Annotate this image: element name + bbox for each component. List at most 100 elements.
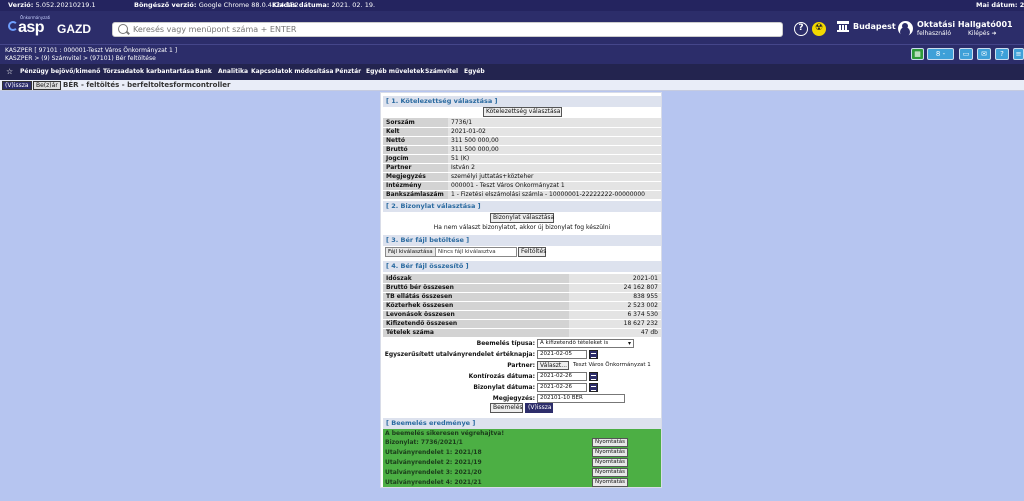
upload-button[interactable]: Feltöltés: [518, 247, 546, 257]
table-row: Közterhek összesen 2 523 002: [383, 301, 661, 311]
row-key: Közterhek összesen: [383, 301, 569, 311]
row-value: 24 162 807: [569, 283, 661, 293]
print-button[interactable]: Nyomtatás: [592, 478, 629, 487]
table-row: Bankszámlaszám 1 - Fizetési elszámolási s…: [383, 190, 661, 200]
app-header: Önkormányzati asp GAZD ? ☢ Budapest Okta…: [0, 11, 1024, 44]
menu-bank[interactable]: Bank: [195, 64, 212, 80]
back-button-bottom[interactable]: (V)issza: [525, 403, 553, 413]
print-button[interactable]: Nyomtatás: [592, 438, 629, 447]
result-line: Utalványrendelet 3: 2021/20: [385, 469, 482, 476]
menu-szamvitel[interactable]: Számvitel: [425, 64, 458, 80]
menu-penzugy[interactable]: Pénzügy bejövő/kimenő: [20, 64, 100, 80]
file-input[interactable]: Fájl kiválasztása Nincs fájl kiválasztva: [385, 247, 517, 257]
row-key: Partner: [383, 163, 448, 173]
menu-search-box[interactable]: [112, 22, 783, 37]
help-circle-icon[interactable]: ?: [794, 22, 808, 36]
release-date: Kiadás dátuma: 2021. 02. 19.: [272, 1, 376, 9]
sitemap-icon[interactable]: 8 -: [927, 48, 954, 60]
select-obligation-button[interactable]: Kötelezettség választása: [483, 107, 562, 117]
user-menu[interactable]: Oktatási Hallgató001 felhasználó Kilépés…: [898, 20, 1022, 40]
row-key: Bruttó: [383, 145, 448, 155]
partner-select-button[interactable]: Választ...: [537, 361, 569, 370]
document-date-input[interactable]: 2021-02-26: [537, 383, 587, 392]
table-row: Partner István 2: [383, 163, 661, 173]
row-key: Megjegyzés: [383, 172, 448, 182]
row-value: 2021-01: [569, 274, 661, 284]
value-date-input[interactable]: 2021-02-05: [537, 350, 587, 359]
institution-label: Budapest: [853, 22, 896, 31]
note-input[interactable]: 202101-10 BÉR: [537, 394, 625, 403]
row-value: István 2: [448, 163, 661, 173]
row-value: 311 500 000,00: [448, 136, 661, 146]
import-type-select[interactable]: A kifizetendő tételeket is: [537, 339, 634, 348]
section1-title: [ 1. Kötelezettség választása ]: [383, 96, 661, 107]
row-value: 2021-01-02: [448, 127, 661, 137]
import-button[interactable]: Beemelés: [490, 403, 523, 413]
row-value: 000001 - Teszt Város Önkormányzat 1: [448, 181, 661, 191]
lines-icon[interactable]: ≡: [1013, 48, 1024, 60]
ber-upload-panel: [ 1. Kötelezettség választása ] Köteleze…: [380, 92, 662, 488]
import-type-label: Beemelés típusa:: [476, 340, 535, 347]
print-button[interactable]: Nyomtatás: [592, 458, 629, 467]
table-row: Intézmény 000001 - Teszt Város Önkormányz…: [383, 181, 661, 191]
select-document-button[interactable]: Bizonylat választása: [490, 213, 554, 223]
row-key: Bankszámlaszám: [383, 190, 448, 200]
menu-egyeb[interactable]: Egyéb: [464, 64, 485, 80]
table-row: Tételek száma 47 db: [383, 328, 661, 338]
result-line: Utalványrendelet 1: 2021/18: [385, 449, 482, 456]
logo-gazd: GAZD: [57, 22, 91, 36]
calendar-icon[interactable]: [589, 383, 598, 392]
book-icon[interactable]: ▭: [959, 48, 973, 60]
breadcrumb[interactable]: KASZPER > (9) Számvitel > (97101) Bér fe…: [5, 55, 156, 62]
excel-icon[interactable]: ▦: [911, 48, 924, 60]
context-line: KASZPER [ 97101 : 000001-Teszt Város Önk…: [5, 47, 178, 54]
section3-title: [ 3. Bér fájl betöltése ]: [383, 235, 661, 246]
calendar-icon[interactable]: [589, 372, 598, 381]
row-key: Kelt: [383, 127, 448, 137]
booking-date-input[interactable]: 2021-02-26: [537, 372, 587, 381]
close-button[interactable]: Be(z)ár: [33, 81, 61, 90]
row-value: 7736/1: [448, 118, 661, 128]
choose-file-button[interactable]: Fájl kiválasztása: [386, 248, 436, 256]
import-result-panel: [ Beemelés eredménye ] A beemelés sikere…: [383, 418, 661, 487]
help-icon[interactable]: ?: [995, 48, 1009, 60]
asp-gazd-logo[interactable]: Önkormányzati asp GAZD: [6, 15, 106, 39]
search-input[interactable]: [133, 24, 773, 35]
row-value: 311 500 000,00: [448, 145, 661, 155]
document-hint: Ha nem választ bizonylatot, akkor új biz…: [433, 224, 611, 231]
logout-link[interactable]: Kilépés ➜: [968, 30, 997, 37]
menu-egyeb-muveletek[interactable]: Egyéb műveletek: [366, 64, 424, 80]
file-status: Nincs fájl kiválasztva: [438, 249, 496, 255]
result-title: [ Beemelés eredménye ]: [383, 418, 661, 429]
institution-selector[interactable]: Budapest: [837, 21, 896, 32]
print-button[interactable]: Nyomtatás: [592, 448, 629, 457]
info-bar: Verzió: 5.052.20210219.1 Böngésző verzió…: [0, 0, 1024, 11]
menu-kapcsolatok[interactable]: Kapcsolatok módosítása: [251, 64, 333, 80]
back-button[interactable]: (V)issza: [2, 81, 32, 90]
user-name: Oktatási Hallgató001: [917, 20, 1013, 29]
row-value: 47 db: [569, 328, 661, 338]
page-title: BÉR - feltöltés - berfeltoltesformcontro…: [63, 81, 231, 89]
result-line: Utalványrendelet 4: 2021/21: [385, 479, 482, 486]
main-menu: ☆ Pénzügy bejövő/kimenő Törzsadatok karb…: [0, 64, 1024, 80]
hazard-icon[interactable]: ☢: [812, 22, 826, 36]
document-date-label: Bizonylat dátuma:: [473, 384, 535, 391]
menu-torzsadatok[interactable]: Törzsadatok karbantartása: [103, 64, 194, 80]
mail-icon[interactable]: ✉: [977, 48, 991, 60]
table-row: Kelt 2021-01-02: [383, 127, 661, 137]
section2-title: [ 2. Bizonylat választása ]: [383, 201, 661, 212]
row-key: TB ellátás összesen: [383, 292, 569, 302]
print-button[interactable]: Nyomtatás: [592, 468, 629, 477]
row-value: 6 374 530: [569, 310, 661, 320]
user-avatar-icon: [898, 21, 913, 36]
favorites-star-icon[interactable]: ☆: [6, 64, 13, 80]
menu-analitika[interactable]: Analitika: [218, 64, 248, 80]
result-line: Bizonylat: 7736/2021/1: [385, 439, 463, 446]
search-icon: [118, 24, 128, 34]
row-value: 18 627 232: [569, 319, 661, 329]
menu-penztar[interactable]: Pénztár: [335, 64, 361, 80]
table-row: Bruttó 311 500 000,00: [383, 145, 661, 155]
calendar-icon[interactable]: [589, 350, 598, 359]
row-key: Időszak: [383, 274, 569, 284]
result-success-message: A beemelés sikeresen végrehajtva!: [385, 430, 505, 437]
